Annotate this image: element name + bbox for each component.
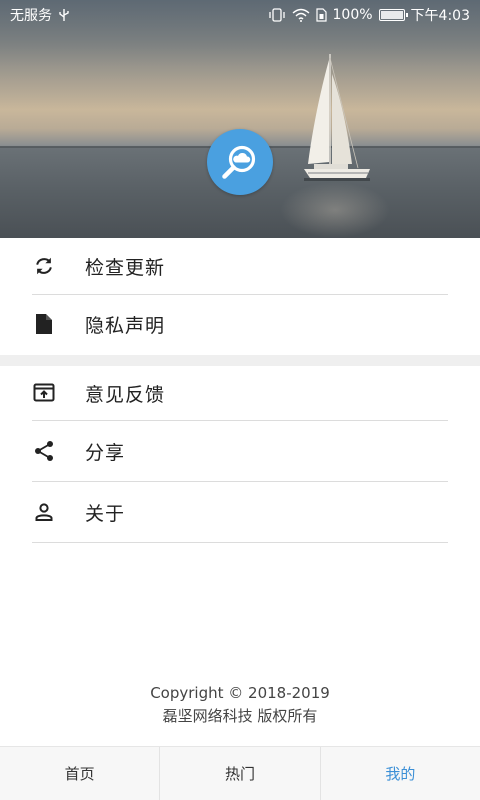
usb-icon	[58, 8, 70, 22]
tab-home[interactable]: 首页	[0, 747, 161, 800]
tab-hot[interactable]: 热门	[160, 747, 321, 800]
menu-group-2: 意见反馈 分享 关于	[0, 366, 480, 543]
person-icon	[32, 500, 56, 524]
copyright-block: Copyright © 2018-2019 磊坚网络科技 版权所有	[0, 682, 480, 728]
menu-item-share[interactable]: 分享	[32, 421, 448, 482]
menu-label-share: 分享	[85, 441, 126, 464]
tab-mine[interactable]: 我的	[321, 747, 480, 800]
menu-label-feedback: 意见反馈	[85, 383, 166, 406]
clock-time: 下午4:03	[410, 8, 470, 24]
battery-percent: 100%	[332, 7, 373, 23]
menu-item-privacy[interactable]: 隐私声明	[32, 295, 448, 353]
document-icon	[32, 312, 56, 336]
sea-glare	[280, 182, 390, 238]
copyright-text: Copyright © 2018-2019	[150, 684, 330, 702]
share-icon	[32, 439, 56, 463]
refresh-icon	[32, 254, 56, 278]
company-text: 磊坚网络科技 版权所有	[162, 707, 318, 725]
wifi-icon	[292, 8, 310, 22]
header-banner: 无服务 100% 下午4:03	[0, 0, 480, 238]
carrier-text: 无服务	[10, 8, 52, 24]
cloud-search-icon	[207, 129, 273, 195]
menu-label-about: 关于	[85, 502, 126, 525]
vibrate-icon	[268, 8, 286, 22]
menu-item-feedback[interactable]: 意见反馈	[32, 366, 448, 421]
sim-icon	[315, 8, 327, 22]
menu-label-check-update: 检查更新	[85, 256, 166, 279]
feedback-icon	[32, 381, 56, 405]
menu-item-about[interactable]: 关于	[32, 482, 448, 543]
menu-label-privacy: 隐私声明	[85, 314, 166, 337]
sailboat-image	[304, 54, 370, 181]
status-bar: 无服务 100% 下午4:03	[0, 0, 480, 30]
bottom-tab-bar: 首页 热门 我的	[0, 746, 480, 800]
section-divider	[0, 355, 480, 366]
menu-group-1: 检查更新 隐私声明	[0, 238, 480, 353]
menu-item-check-update[interactable]: 检查更新	[32, 238, 448, 295]
battery-icon	[378, 9, 408, 21]
